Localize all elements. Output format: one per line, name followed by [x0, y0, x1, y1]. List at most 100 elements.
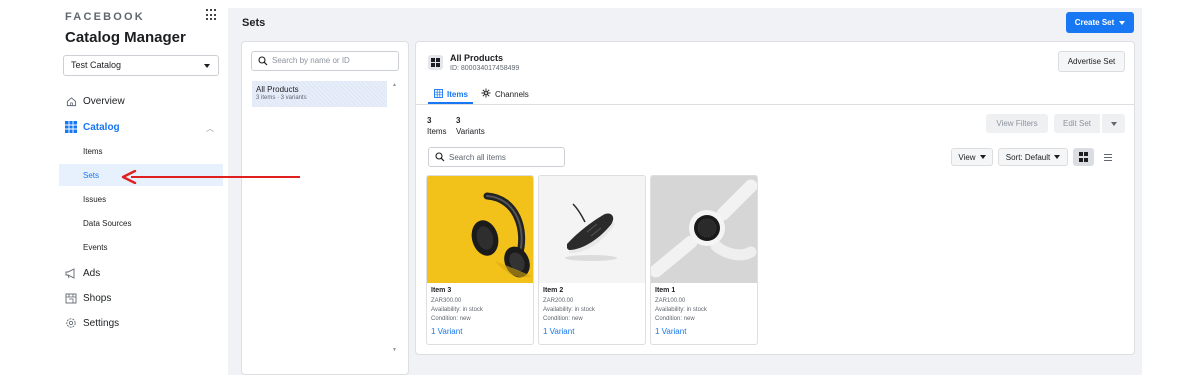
sidebar-item-shops[interactable]: Shops: [65, 289, 111, 307]
edit-set-menu-button[interactable]: [1102, 114, 1125, 133]
product-condition: Condition: new: [655, 316, 695, 322]
apps-grid-icon[interactable]: [206, 9, 218, 21]
tab-channels[interactable]: Channels: [481, 87, 529, 101]
facebook-brand: FACEBOOK: [65, 11, 145, 23]
sneaker-image: [539, 176, 645, 283]
scroll-up-arrow-icon[interactable]: ▲: [392, 82, 397, 88]
catalog-manager-app: FACEBOOK Catalog Manager Test Catalog Ov…: [0, 0, 1200, 375]
product-variant-link[interactable]: 1 Variant: [655, 327, 755, 336]
items-grid-icon: [434, 88, 443, 100]
product-price: ZAR100.00: [655, 298, 686, 304]
sort-dropdown[interactable]: Sort: Default: [998, 148, 1068, 166]
product-price: ZAR300.00: [431, 298, 462, 304]
tab-items-label: Items: [447, 89, 468, 99]
chevron-up-icon[interactable]: ︿: [206, 123, 214, 134]
sidebar-item-overview[interactable]: Overview: [65, 92, 125, 110]
set-title: All Products: [450, 53, 504, 63]
sort-dropdown-label: Sort: Default: [1005, 152, 1051, 162]
product-card[interactable]: Item 2 ZAR200.00 Availability: in stock …: [538, 175, 646, 345]
set-name: All Products: [256, 85, 299, 94]
sidebar-subitem-data-sources[interactable]: Data Sources: [83, 219, 131, 228]
catalog-select-value: Test Catalog: [71, 60, 122, 70]
list-view-icon[interactable]: [1098, 148, 1118, 166]
sidebar-item-ads[interactable]: Ads: [65, 264, 100, 282]
sidebar-item-catalog[interactable]: Catalog: [65, 118, 120, 136]
product-card[interactable]: Item 3 ZAR300.00 Availability: in stock …: [426, 175, 534, 345]
view-dropdown-label: View: [958, 152, 976, 162]
smartwatch-image: [651, 176, 757, 283]
product-availability: Availability: in stock: [431, 307, 483, 313]
search-icon: [435, 152, 445, 164]
scroll-down-arrow-icon[interactable]: ▼: [392, 347, 397, 353]
sidebar-subitem-issues[interactable]: Issues: [83, 195, 106, 204]
edit-set-button[interactable]: Edit Set: [1054, 114, 1100, 133]
create-set-label: Create Set: [1074, 18, 1115, 27]
catalog-grid-icon: [65, 121, 77, 133]
product-name: Item 3: [431, 287, 452, 294]
product-condition: Condition: new: [431, 316, 471, 322]
sidebar-subitem-sets[interactable]: Sets: [83, 171, 99, 180]
product-availability: Availability: in stock: [655, 307, 707, 313]
product-variant-link[interactable]: 1 Variant: [543, 327, 643, 336]
view-filters-button[interactable]: View Filters: [986, 114, 1048, 133]
sidebar-item-label: Settings: [83, 317, 120, 329]
set-list-item[interactable]: All Products 3 items · 3 variants: [252, 81, 387, 107]
product-condition: Condition: new: [543, 316, 583, 322]
tab-divider: [416, 104, 1134, 105]
search-sets-placeholder: Search by name or ID: [272, 56, 350, 65]
set-meta: 3 items · 3 variants: [256, 95, 307, 101]
sidebar: FACEBOOK Catalog Manager Test Catalog Ov…: [56, 0, 228, 375]
search-sets-input[interactable]: Search by name or ID: [251, 51, 399, 71]
megaphone-icon: [65, 267, 77, 279]
main-area: Sets Create Set Search by name or ID All…: [228, 8, 1142, 375]
home-icon: [65, 95, 77, 107]
sidebar-subitem-items[interactable]: Items: [83, 147, 103, 156]
catalog-select[interactable]: Test Catalog: [63, 55, 219, 76]
sidebar-item-label: Shops: [83, 292, 112, 304]
chevron-down-icon: [1119, 20, 1126, 25]
search-icon: [258, 56, 268, 68]
variants-count-label: Variants: [456, 127, 485, 136]
advertise-set-button[interactable]: Advertise Set: [1058, 51, 1125, 72]
sidebar-item-settings[interactable]: Settings: [65, 314, 119, 332]
page-title: Sets: [242, 17, 266, 29]
sidebar-subitem-events[interactable]: Events: [83, 243, 107, 252]
product-name: Item 2: [543, 287, 564, 294]
shop-icon: [65, 292, 77, 304]
product-info: Item 1 ZAR100.00 Availability: in stock …: [655, 287, 755, 336]
product-availability: Availability: in stock: [543, 307, 595, 313]
search-items-input[interactable]: Search all items: [428, 147, 565, 167]
sidebar-item-label: Ads: [83, 267, 101, 279]
chevron-down-icon: [979, 155, 986, 159]
sidebar-item-label: Overview: [83, 95, 125, 107]
set-id: ID: 800034017458499: [450, 65, 520, 72]
annotation-arrow-line: [131, 176, 300, 178]
view-dropdown[interactable]: View: [951, 148, 993, 166]
create-set-button[interactable]: Create Set: [1066, 12, 1134, 33]
chevron-down-icon: [1054, 155, 1061, 159]
sets-list-panel: Search by name or ID All Products 3 item…: [241, 41, 409, 375]
annotation-arrow-head-icon: [121, 170, 137, 184]
product-info: Item 2 ZAR200.00 Availability: in stock …: [543, 287, 643, 336]
channels-icon: [481, 88, 491, 100]
app-title: Catalog Manager: [65, 29, 186, 46]
product-variant-link[interactable]: 1 Variant: [431, 327, 531, 336]
search-items-placeholder: Search all items: [449, 153, 506, 162]
set-grid-icon: [428, 55, 443, 70]
product-price: ZAR200.00: [543, 298, 574, 304]
grid-view-icon[interactable]: [1073, 148, 1094, 166]
gear-icon: [65, 317, 77, 329]
product-card[interactable]: Item 1 ZAR100.00 Availability: in stock …: [650, 175, 758, 345]
chevron-down-icon: [1110, 121, 1117, 126]
headphones-image: [427, 176, 533, 283]
sidebar-item-label: Catalog: [83, 121, 120, 133]
tab-items[interactable]: Items: [434, 87, 468, 101]
product-info: Item 3 ZAR300.00 Availability: in stock …: [431, 287, 531, 336]
items-count-label: Items: [427, 127, 447, 136]
items-count: 3: [427, 116, 432, 125]
tab-channels-label: Channels: [495, 89, 529, 99]
chevron-down-icon: [204, 64, 210, 68]
set-detail-panel: All Products ID: 800034017458499 Adverti…: [415, 41, 1135, 355]
variants-count: 3: [456, 116, 461, 125]
product-name: Item 1: [655, 287, 676, 294]
